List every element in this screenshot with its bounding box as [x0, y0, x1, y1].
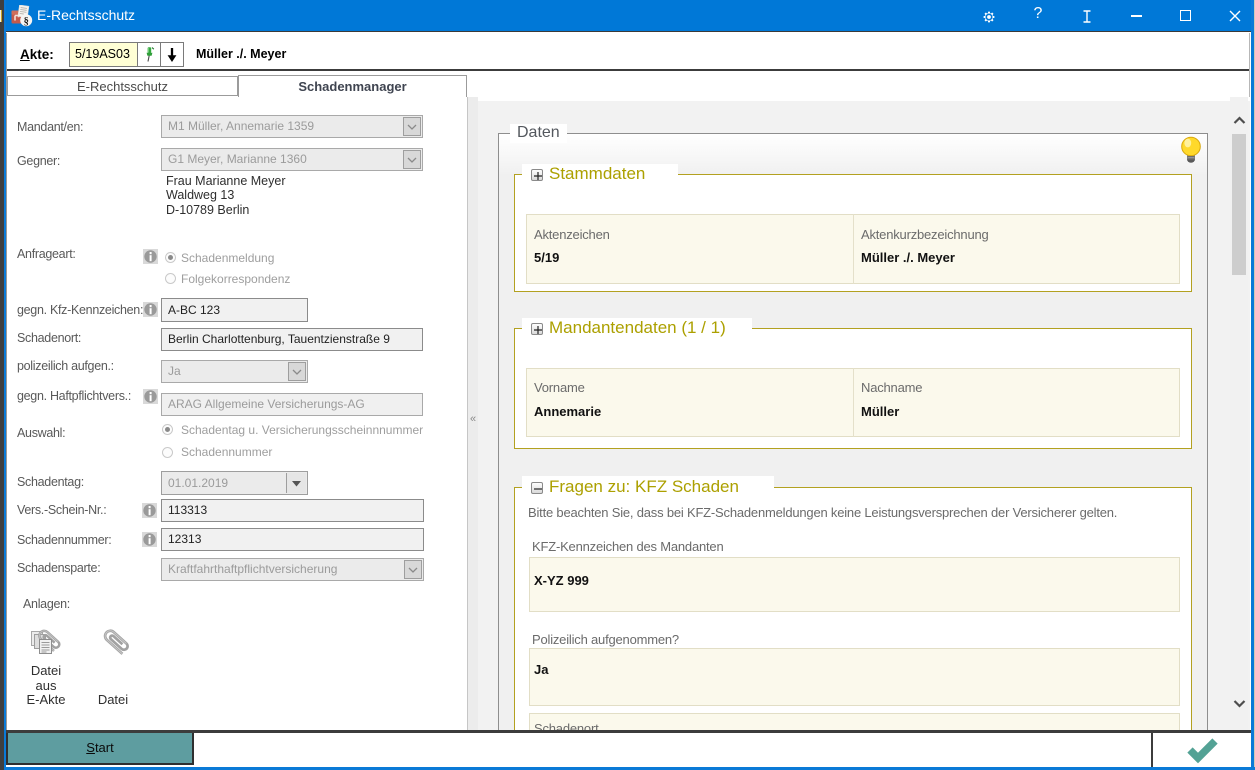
svg-text:§: § [24, 16, 29, 27]
